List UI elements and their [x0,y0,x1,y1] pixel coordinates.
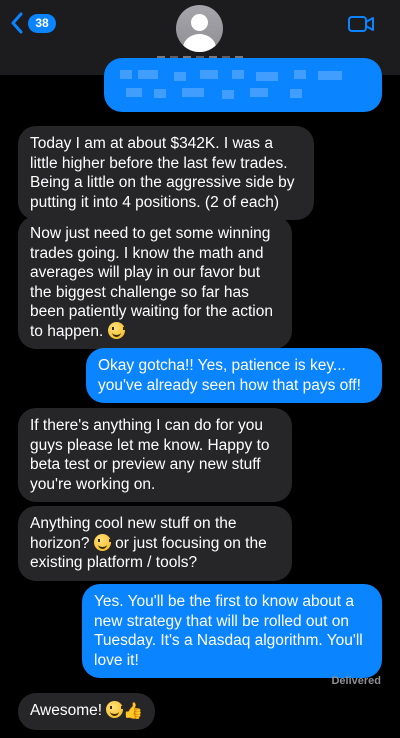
message-received[interactable]: Today I am at about $342K. I was a littl… [18,126,314,220]
message-text: Okay gotcha!! Yes, patience is key... yo… [98,357,361,394]
message-text: Now just need to get some winning trades… [30,225,273,340]
slightly-smiling-face-icon [107,321,125,339]
video-camera-icon[interactable] [348,15,374,33]
message-sent[interactable]: Yes. You'll be the first to know about a… [82,584,382,678]
thumbs-up-icon: 👍 [123,703,144,720]
back-button[interactable]: 38 [10,12,56,34]
chevron-left-icon [11,12,23,34]
unread-count-badge: 38 [28,13,56,33]
message-text: Yes. You'll be the first to know about a… [94,593,363,669]
delivered-status: Delivered [331,675,381,687]
grinning-face-icon [106,701,124,718]
message-sent[interactable]: Okay gotcha!! Yes, patience is key... yo… [86,348,382,403]
redacted-sent-message[interactable] [104,58,382,112]
message-text: Today I am at about $342K. I was a littl… [30,135,295,211]
message-text: Awesome! [30,702,107,719]
message-received[interactable]: Awesome! 👍 [18,693,156,730]
message-received[interactable]: Anything cool new stuff on the horizon? … [18,506,292,581]
slightly-smiling-face-icon [93,533,111,551]
message-received[interactable]: Now just need to get some winning trades… [18,216,292,349]
imessage-screen: 38 Today I am at about $342K. I was a li… [0,0,400,738]
person-icon [191,14,208,31]
message-received[interactable]: If there's anything I can do for you guy… [18,408,292,502]
contact-avatar[interactable] [176,5,223,52]
message-text: If there's anything I can do for you guy… [30,417,270,493]
